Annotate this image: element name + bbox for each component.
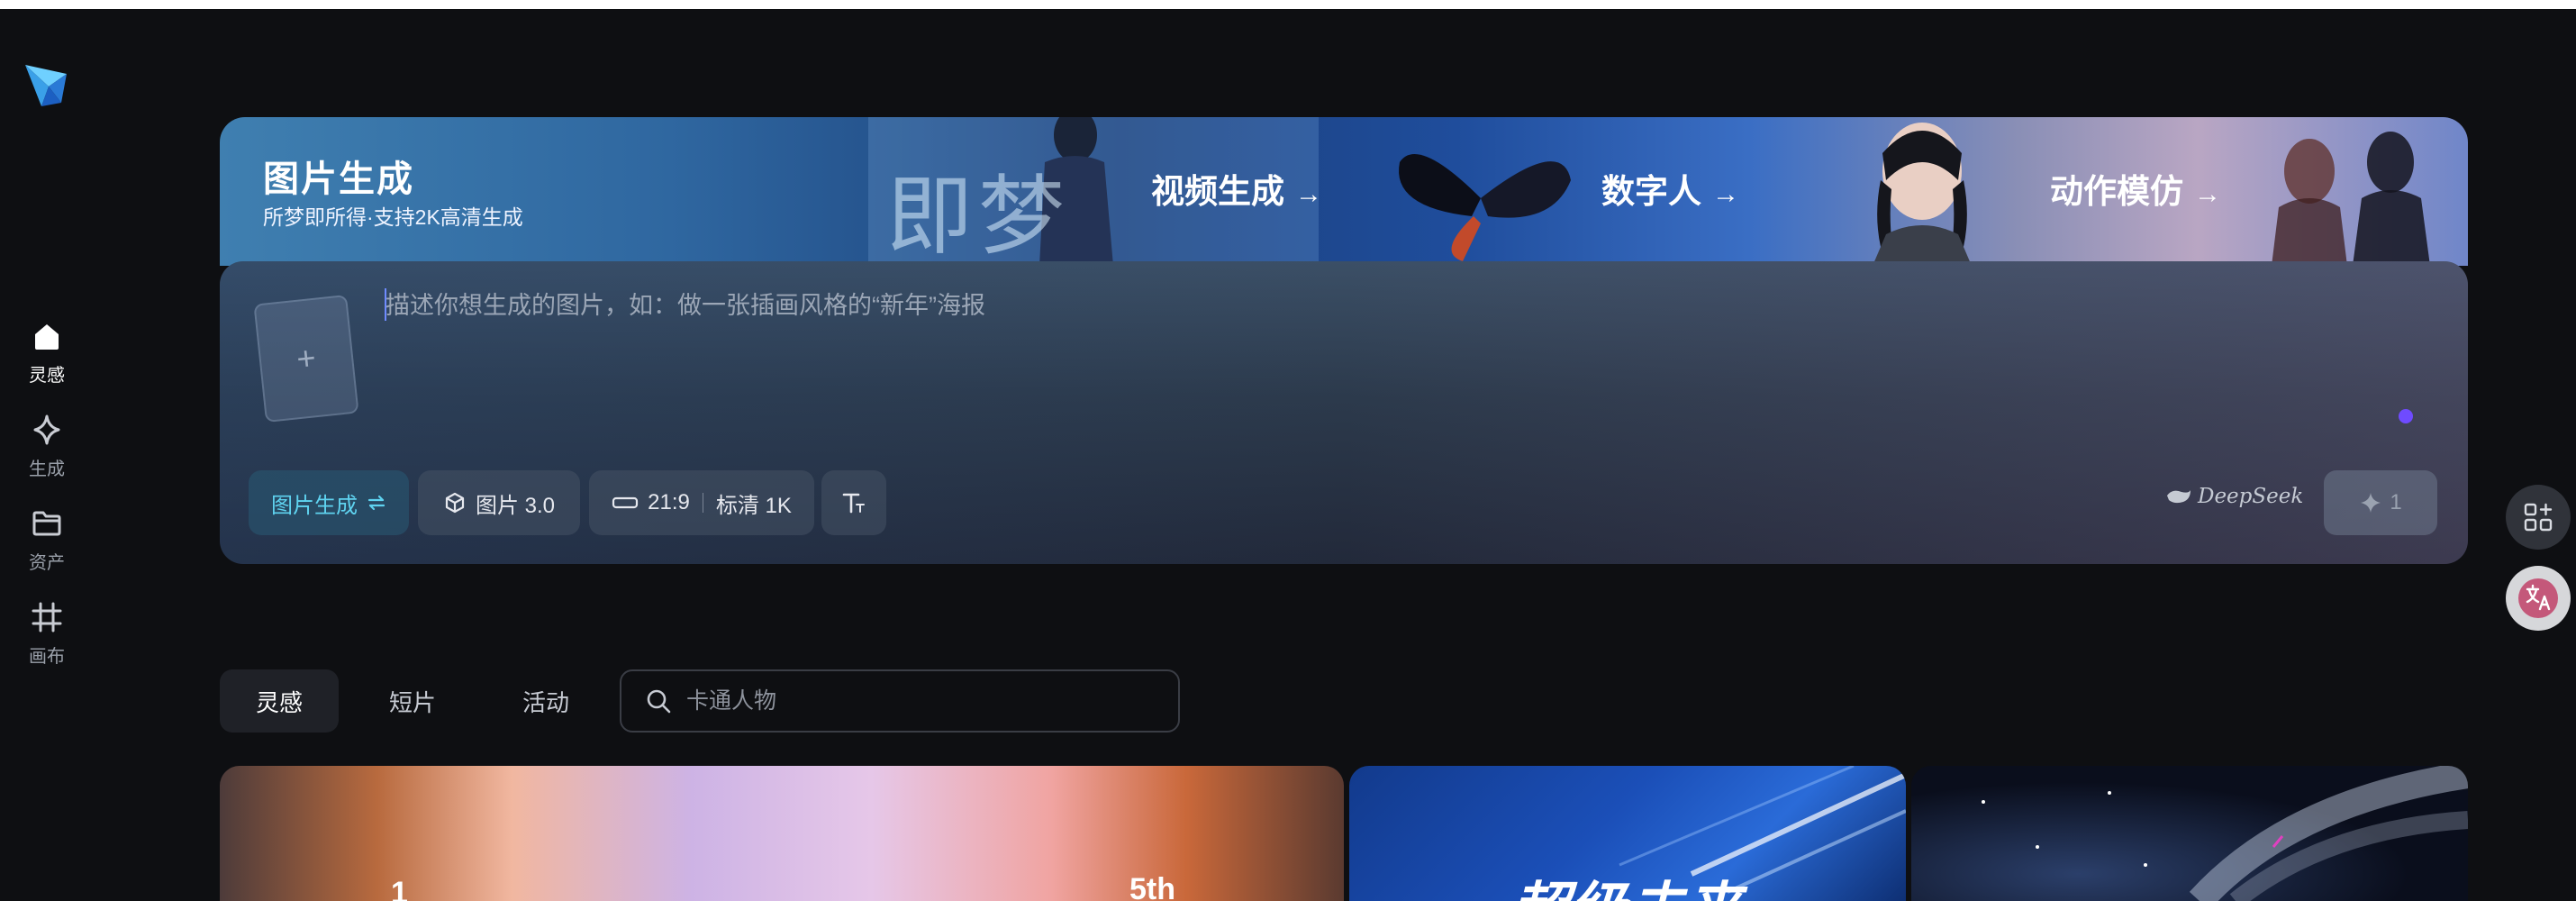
ratio-label: 21:9 [648,490,690,514]
prompt-card: + 图片生成 图片 3.0 21:9 标清 1K DeepSeek [220,261,2468,564]
banner-title: 图片生成 [263,159,414,199]
card-text: 超级未来 [1511,863,1742,901]
sidebar-item-generate[interactable]: 生成 [0,411,94,492]
feed-card[interactable] [1911,766,2468,901]
model-label: 图片 3.0 [475,493,556,518]
app-logo[interactable] [22,56,72,114]
link-label: 视频生成 [1151,173,1284,210]
apps-add-button[interactable] [2506,485,2571,550]
sidebar-item-canvas[interactable]: 画布 [0,598,94,679]
sidebar-item-label: 生成 [29,460,65,479]
tab-shorts[interactable]: 短片 [353,669,472,733]
sidebar-item-assets[interactable]: 资产 [0,505,94,586]
quality-label: 标清 1K [715,493,792,518]
tab-label: 灵感 [255,688,303,716]
sidebar-item-label: 资产 [29,553,65,573]
banner-art-text: 即梦 [886,166,1070,266]
reference-image-upload[interactable]: + [253,294,359,423]
sparkle-diamond-icon [33,414,60,445]
ratio-quality-selector[interactable]: 21:9 标清 1K [589,470,814,535]
link-label: 数字人 [1601,173,1701,210]
text-caret [385,288,386,321]
silhouette-art [2272,132,2430,266]
deepseek-toggle[interactable]: DeepSeek [2165,485,2303,508]
aspect-ratio-icon [612,496,639,509]
generate-count: 1 [2390,490,2402,514]
tab-label: 活动 [522,688,569,716]
sidebar-item-inspiration[interactable]: 灵感 [0,317,94,398]
mode-selector[interactable]: 图片生成 [249,470,409,535]
video-generation-link[interactable]: 视频生成 → [1151,164,1322,213]
banner-subtitle: 所梦即所得·支持2K高清生成 [263,205,523,229]
search-box[interactable] [620,669,1180,733]
status-dot [2399,409,2413,423]
tab-events[interactable]: 活动 [486,669,605,733]
butterfly-art [1399,154,1571,261]
search-input[interactable] [685,687,1156,715]
whale-icon [2167,490,2191,504]
deepseek-label: DeepSeek [2198,485,2304,508]
feed-card[interactable]: 1 5th [220,766,1344,901]
canvas-grid-icon [32,602,62,633]
top-strip [0,0,2576,9]
card-text: 5th [1129,872,1175,901]
mode-label: 图片生成 [271,493,358,518]
digital-human-link[interactable]: 数字人 → [1601,164,1739,213]
model-selector[interactable]: 图片 3.0 [418,470,580,535]
text-tool-button[interactable] [821,470,886,535]
sidebar-item-label: 画布 [29,647,65,667]
cube-icon [445,492,465,514]
tab-label: 短片 [388,688,436,716]
folder-icon [32,511,61,536]
tab-inspiration[interactable]: 灵感 [220,669,339,733]
swap-icon [367,495,385,511]
translate-icon [2518,578,2558,618]
arrow-right-icon: → [1295,179,1322,209]
generate-button[interactable]: 1 [2324,470,2437,535]
avatar-art [1873,123,1972,266]
motion-imitation-link[interactable]: 动作模仿 → [2050,164,2221,213]
sparkle-icon [2361,493,2381,513]
prompt-input[interactable] [384,287,2189,324]
plus-icon: + [295,339,318,378]
sidebar-item-label: 灵感 [29,366,65,386]
home-icon [35,324,59,350]
arrow-right-icon: → [2194,179,2221,209]
search-icon [647,689,671,714]
feed-card[interactable]: 超级未来 [1349,766,1906,901]
apps-plus-icon [2524,503,2553,532]
card-galaxy-art [1982,766,2468,901]
translate-button[interactable] [2506,566,2571,631]
feature-banner: 即梦 图片生成 所梦即所得·支持2K高清生成 视频生成 → 数字人 → 动作模仿 → [220,117,2468,266]
card-text: 1 [391,876,408,901]
text-size-icon [842,493,865,514]
sidebar: 灵感 生成 资产 画布 [0,9,94,892]
arrow-right-icon: → [1712,179,1739,209]
link-label: 动作模仿 [2050,173,2183,210]
